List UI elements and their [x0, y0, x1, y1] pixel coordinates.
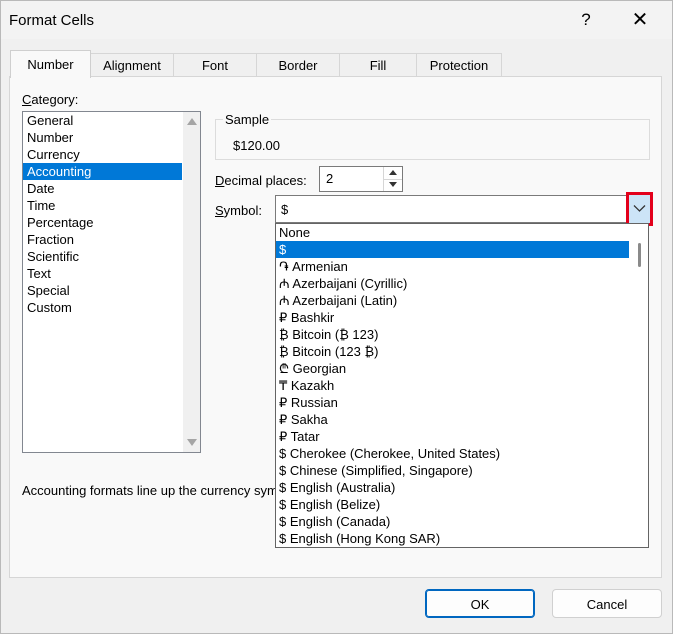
decimal-places-input[interactable]: 2: [319, 166, 403, 192]
symbol-option[interactable]: ֏ Armenian: [276, 258, 629, 275]
symbol-option[interactable]: ₾ Georgian: [276, 360, 629, 377]
symbol-option[interactable]: ₿ Bitcoin (123 ₿): [276, 343, 629, 360]
sample-group: [215, 119, 650, 160]
category-item-percentage[interactable]: Percentage: [23, 214, 182, 231]
spin-down-button[interactable]: [384, 179, 402, 191]
category-item-currency[interactable]: Currency: [23, 146, 182, 163]
scroll-up-arrow-icon[interactable]: [187, 118, 197, 125]
tab-fill[interactable]: Fill: [339, 53, 417, 77]
category-scrollbar[interactable]: [183, 112, 200, 452]
symbol-option[interactable]: ₽ Russian: [276, 394, 629, 411]
format-cells-dialog: Format Cells ? ✕ Number Alignment Font B…: [0, 0, 673, 634]
symbol-option[interactable]: $ English (Canada): [276, 513, 629, 530]
sample-label: Sample: [223, 112, 272, 127]
symbol-option[interactable]: ₼ Azerbaijani (Cyrillic): [276, 275, 629, 292]
symbol-option[interactable]: ₽ Bashkir: [276, 309, 629, 326]
symbol-label: Symbol:: [215, 203, 262, 218]
category-description: Accounting formats line up the currency …: [22, 483, 275, 498]
cancel-button[interactable]: Cancel: [552, 589, 662, 618]
symbol-option[interactable]: ₿ Bitcoin (₿ 123): [276, 326, 629, 343]
symbol-dropdown-button[interactable]: [626, 192, 653, 226]
ok-button[interactable]: OK: [425, 589, 535, 618]
spin-up-icon: [389, 170, 397, 175]
scroll-down-arrow-icon[interactable]: [187, 439, 197, 446]
category-listbox[interactable]: General Number Currency Accounting Date …: [22, 111, 201, 453]
category-item-accounting[interactable]: Accounting: [23, 163, 182, 180]
category-item-fraction[interactable]: Fraction: [23, 231, 182, 248]
category-item-special[interactable]: Special: [23, 282, 182, 299]
category-list: General Number Currency Accounting Date …: [23, 112, 182, 316]
symbol-list-scrollbar[interactable]: [629, 224, 648, 547]
scrollbar-thumb[interactable]: [638, 243, 641, 267]
symbol-options: None $ ֏ Armenian ₼ Azerbaijani (Cyrillic) ₼…: [276, 224, 629, 547]
sample-value: $120.00: [233, 138, 280, 153]
symbol-option[interactable]: $ Chinese (Simplified, Singapore): [276, 462, 629, 479]
symbol-option[interactable]: $ English (Hong Kong SAR): [276, 530, 629, 547]
decimal-places-value: 2: [326, 171, 334, 186]
tab-protection[interactable]: Protection: [416, 53, 502, 77]
symbol-option[interactable]: ₼ Azerbaijani (Latin): [276, 292, 629, 309]
chevron-down-icon: [633, 205, 646, 212]
help-button[interactable]: ?: [568, 7, 604, 33]
symbol-option[interactable]: $: [276, 241, 629, 258]
tab-alignment[interactable]: Alignment: [90, 53, 174, 77]
symbol-option[interactable]: ₸ Kazakh: [276, 377, 629, 394]
symbol-option[interactable]: None: [276, 224, 629, 241]
symbol-value: $: [281, 202, 289, 217]
tab-font[interactable]: Font: [173, 53, 257, 77]
dialog-title: Format Cells: [9, 12, 95, 29]
category-item-custom[interactable]: Custom: [23, 299, 182, 316]
decimal-places-label: Decimal places:: [215, 173, 307, 188]
category-item-number[interactable]: Number: [23, 129, 182, 146]
symbol-option[interactable]: $ English (Australia): [276, 479, 629, 496]
symbol-option[interactable]: ₽ Tatar: [276, 428, 629, 445]
category-item-date[interactable]: Date: [23, 180, 182, 197]
spin-down-icon: [389, 182, 397, 187]
symbol-option[interactable]: $ Cherokee (Cherokee, United States): [276, 445, 629, 462]
category-item-scientific[interactable]: Scientific: [23, 248, 182, 265]
symbol-option[interactable]: $ English (Belize): [276, 496, 629, 513]
close-button[interactable]: ✕: [622, 7, 658, 33]
decimal-places-spinner: [383, 167, 402, 191]
title-bar: Format Cells ? ✕: [1, 1, 672, 39]
symbol-dropdown-list[interactable]: None $ ֏ Armenian ₼ Azerbaijani (Cyrillic) ₼…: [275, 223, 649, 548]
category-item-general[interactable]: General: [23, 112, 182, 129]
category-item-time[interactable]: Time: [23, 197, 182, 214]
symbol-option[interactable]: ₽ Sakha: [276, 411, 629, 428]
tab-number[interactable]: Number: [10, 50, 91, 78]
category-item-text[interactable]: Text: [23, 265, 182, 282]
tab-border[interactable]: Border: [256, 53, 340, 77]
category-label: Category:: [22, 92, 79, 107]
symbol-combobox[interactable]: $: [275, 195, 649, 223]
